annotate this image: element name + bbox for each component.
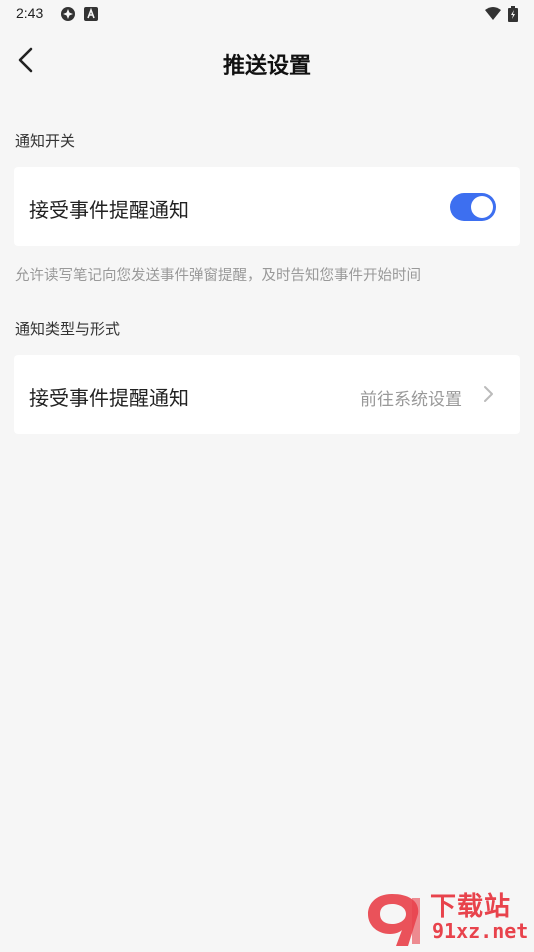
- a-notification-icon: [84, 6, 100, 22]
- watermark: 下载站 91xz.net: [362, 886, 534, 950]
- watermark-text-top: 下载站: [430, 892, 512, 922]
- nav-row-value: 前往系统设置: [360, 390, 462, 410]
- toggle-row-label: 接受事件提醒通知: [29, 198, 189, 222]
- status-time: 2:43: [16, 5, 44, 21]
- event-reminder-toggle-row: 接受事件提醒通知: [14, 167, 520, 246]
- app-notification-icon: [60, 6, 76, 22]
- watermark-text-bottom: 91xz.net: [432, 919, 529, 943]
- wifi-icon: [484, 6, 501, 22]
- chevron-right-icon: [478, 384, 498, 404]
- watermark-logo-icon: [362, 888, 428, 948]
- section-label-notification-switch: 通知开关: [15, 132, 76, 150]
- toggle-knob: [471, 196, 493, 218]
- event-reminder-toggle[interactable]: [450, 193, 496, 221]
- header: 推送设置: [0, 28, 534, 100]
- section-label-notification-type: 通知类型与形式: [15, 320, 121, 338]
- status-bar: 2:43: [0, 0, 534, 28]
- system-settings-nav-row[interactable]: 接受事件提醒通知 前往系统设置: [14, 355, 520, 434]
- toggle-hint-text: 允许读写笔记向您发送事件弹窗提醒，及时告知您事件开始时间: [15, 268, 421, 284]
- battery-icon: [508, 6, 524, 22]
- nav-row-label: 接受事件提醒通知: [29, 386, 189, 410]
- page-title: 推送设置: [222, 54, 311, 79]
